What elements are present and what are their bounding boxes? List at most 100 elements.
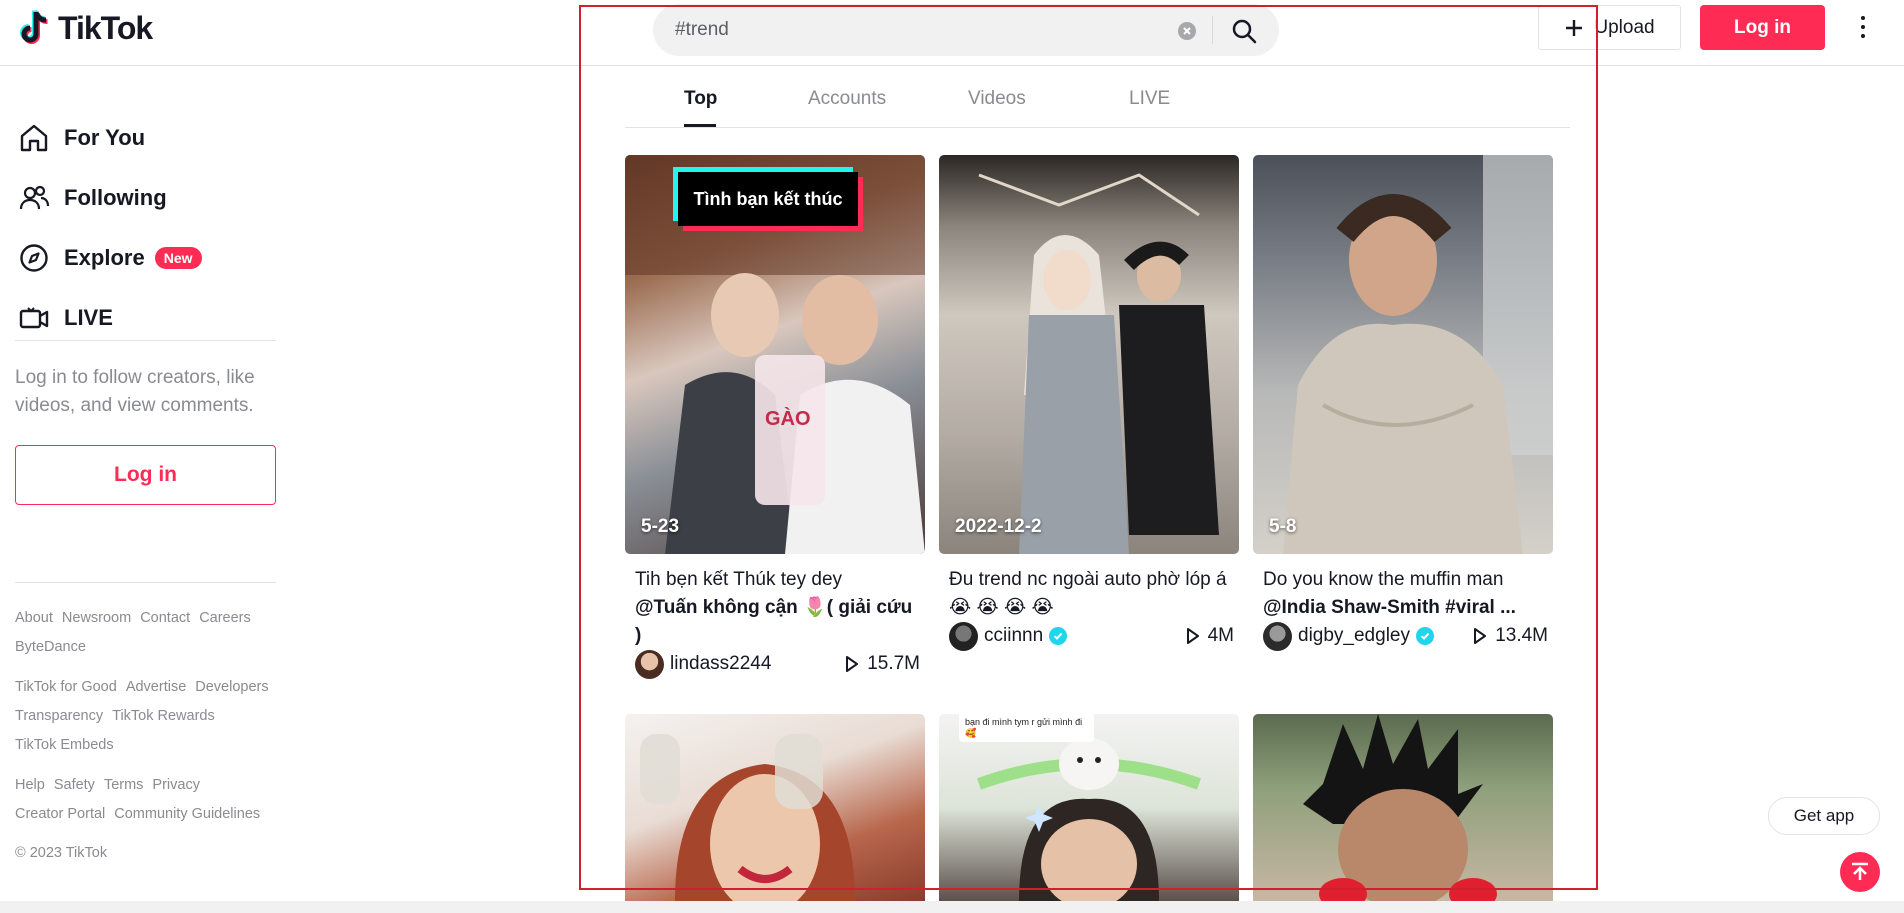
- footer-link[interactable]: Creator Portal: [15, 806, 105, 822]
- video-thumbnail[interactable]: bạn đi mình tym r gửi mình đi 🥰: [939, 714, 1239, 901]
- sidebar-item-for-you[interactable]: For You: [18, 118, 145, 158]
- clear-search-icon[interactable]: [1178, 22, 1196, 40]
- footer-links: TikTok Embeds: [15, 737, 114, 753]
- home-icon: [20, 124, 48, 152]
- search-divider: [1212, 16, 1213, 44]
- video-date: 5-23: [641, 516, 680, 537]
- horizontal-scrollbar[interactable]: [0, 901, 1904, 913]
- sidebar-item-label: Following: [64, 185, 167, 210]
- footer-link[interactable]: TikTok for Good: [15, 679, 117, 695]
- upload-button[interactable]: Upload: [1538, 5, 1681, 50]
- avatar[interactable]: [1263, 621, 1292, 651]
- search-bar: [653, 4, 1279, 56]
- users-icon: [19, 185, 50, 210]
- video-meta: lindass2244 15.7M: [635, 649, 920, 679]
- overlay-comment: bạn đi mình tym r gửi mình đi 🥰: [959, 714, 1094, 742]
- video-date: 5-8: [1269, 516, 1297, 537]
- sidebar-item-label: Explore: [64, 245, 145, 270]
- new-badge: New: [154, 247, 202, 269]
- footer-links: Transparency TikTok Rewards: [15, 708, 215, 724]
- live-camera-icon: [19, 307, 49, 329]
- footer-link[interactable]: Terms: [104, 777, 143, 793]
- footer-link[interactable]: Developers: [195, 679, 268, 695]
- arrow-up-icon: [1852, 862, 1868, 880]
- login-button[interactable]: Log in: [1700, 5, 1825, 50]
- footer-links: TikTok for Good Advertise Developers: [15, 679, 269, 695]
- caption-mention[interactable]: @Tuấn không cận 🌷( giải cứu ): [635, 597, 912, 646]
- sidebar-divider: [15, 340, 276, 341]
- svg-text:GÀO: GÀO: [765, 407, 811, 430]
- active-tab-indicator: [684, 124, 716, 127]
- sidebar-item-following[interactable]: Following: [18, 178, 167, 218]
- video-card[interactable]: 5-8 Do you know the muffin man @India Sh…: [1253, 155, 1553, 685]
- tab-live[interactable]: LIVE: [1129, 88, 1170, 110]
- footer-link[interactable]: Newsroom: [62, 610, 131, 626]
- video-thumbnail[interactable]: 2022-12-2: [939, 155, 1239, 554]
- sidebar-item-label: For You: [64, 125, 146, 150]
- video-thumbnail[interactable]: [1253, 714, 1553, 901]
- footer-links: ByteDance: [15, 639, 86, 655]
- thumbnail-figures: [640, 734, 855, 901]
- footer-links: © 2023 TikTok: [15, 845, 107, 861]
- verified-badge-icon: [1049, 627, 1068, 645]
- thumbnail-figures: [976, 738, 1202, 901]
- author-name[interactable]: digby_edgley: [1298, 625, 1434, 647]
- thumbnail-figures: [978, 173, 1219, 554]
- footer-link[interactable]: Help: [15, 777, 45, 793]
- footer-link[interactable]: Safety: [54, 777, 95, 793]
- footer-link[interactable]: TikTok Rewards: [112, 708, 215, 724]
- sidebar-item-explore[interactable]: Explore New: [18, 238, 202, 278]
- footer-link[interactable]: Community Guidelines: [114, 806, 260, 822]
- search-input[interactable]: [675, 4, 1155, 56]
- tiktok-logo-icon: [20, 9, 48, 44]
- video-meta: cciinnn 4M: [949, 621, 1234, 651]
- video-card[interactable]: 2022-12-2 Đu trend nc ngoài auto phờ lóp…: [939, 155, 1239, 685]
- footer-links: Help Safety Terms Privacy: [15, 777, 200, 793]
- author-name[interactable]: lindass2244: [670, 653, 771, 675]
- video-thumbnail[interactable]: [625, 714, 925, 901]
- play-icon: [1474, 628, 1487, 644]
- play-icon: [1186, 628, 1199, 644]
- login-hint: Log in to follow creators, like videos, …: [15, 367, 255, 416]
- get-app-button[interactable]: Get app: [1768, 797, 1880, 835]
- video-thumbnail[interactable]: GÀO Tình bạn kết thúc 5-23: [625, 155, 925, 554]
- view-count: 13.4M: [1473, 625, 1548, 647]
- footer-link[interactable]: Privacy: [152, 777, 200, 793]
- video-thumbnail[interactable]: 5-8: [1253, 155, 1553, 554]
- tab-top[interactable]: Top: [684, 88, 717, 110]
- search-icon[interactable]: [1231, 18, 1257, 44]
- footer-link[interactable]: Careers: [199, 610, 251, 626]
- thumbnail-figures: [1283, 155, 1553, 554]
- footer-link[interactable]: Contact: [140, 610, 190, 626]
- sidebar-item-live[interactable]: LIVE: [18, 298, 113, 338]
- footer-link[interactable]: TikTok Embeds: [15, 737, 114, 753]
- copyright: © 2023 TikTok: [15, 845, 108, 861]
- plus-icon: [1566, 19, 1583, 36]
- author-name[interactable]: cciinnn: [984, 625, 1068, 647]
- tab-videos[interactable]: Videos: [968, 88, 1026, 110]
- play-icon: [846, 656, 859, 672]
- view-count: 15.7M: [845, 653, 920, 675]
- compass-icon: [20, 244, 48, 272]
- view-count: 4M: [1186, 625, 1234, 647]
- footer-links: About Newsroom Contact Careers: [15, 610, 251, 626]
- top-header: TikTok Upload Log in: [0, 0, 1904, 66]
- video-overlay-title: Tình bạn kết thúc: [673, 167, 863, 231]
- footer-link[interactable]: Transparency: [15, 708, 103, 724]
- footer-link[interactable]: About: [15, 610, 53, 626]
- scroll-to-top-button[interactable]: [1840, 852, 1880, 892]
- tab-accounts[interactable]: Accounts: [808, 88, 886, 110]
- footer-link[interactable]: ByteDance: [15, 639, 86, 655]
- footer-link[interactable]: Advertise: [126, 679, 186, 695]
- tiktok-logo[interactable]: TikTok: [18, 8, 153, 48]
- avatar[interactable]: [949, 621, 978, 651]
- sidebar: For You Following Explore New LIVE Log i…: [0, 66, 290, 913]
- avatar[interactable]: [635, 649, 664, 679]
- more-menu-icon[interactable]: [1850, 8, 1876, 46]
- sidebar-login-button[interactable]: Log in: [15, 445, 276, 505]
- video-card[interactable]: GÀO Tình bạn kết thúc 5-23 Tih bẹn kết T…: [625, 155, 925, 685]
- sidebar-item-label: LIVE: [64, 305, 113, 330]
- caption-mention[interactable]: @India Shaw-Smith #viral ...: [1263, 597, 1516, 618]
- thumbnail-figures: [1303, 714, 1497, 901]
- video-meta: digby_edgley 13.4M: [1263, 621, 1548, 651]
